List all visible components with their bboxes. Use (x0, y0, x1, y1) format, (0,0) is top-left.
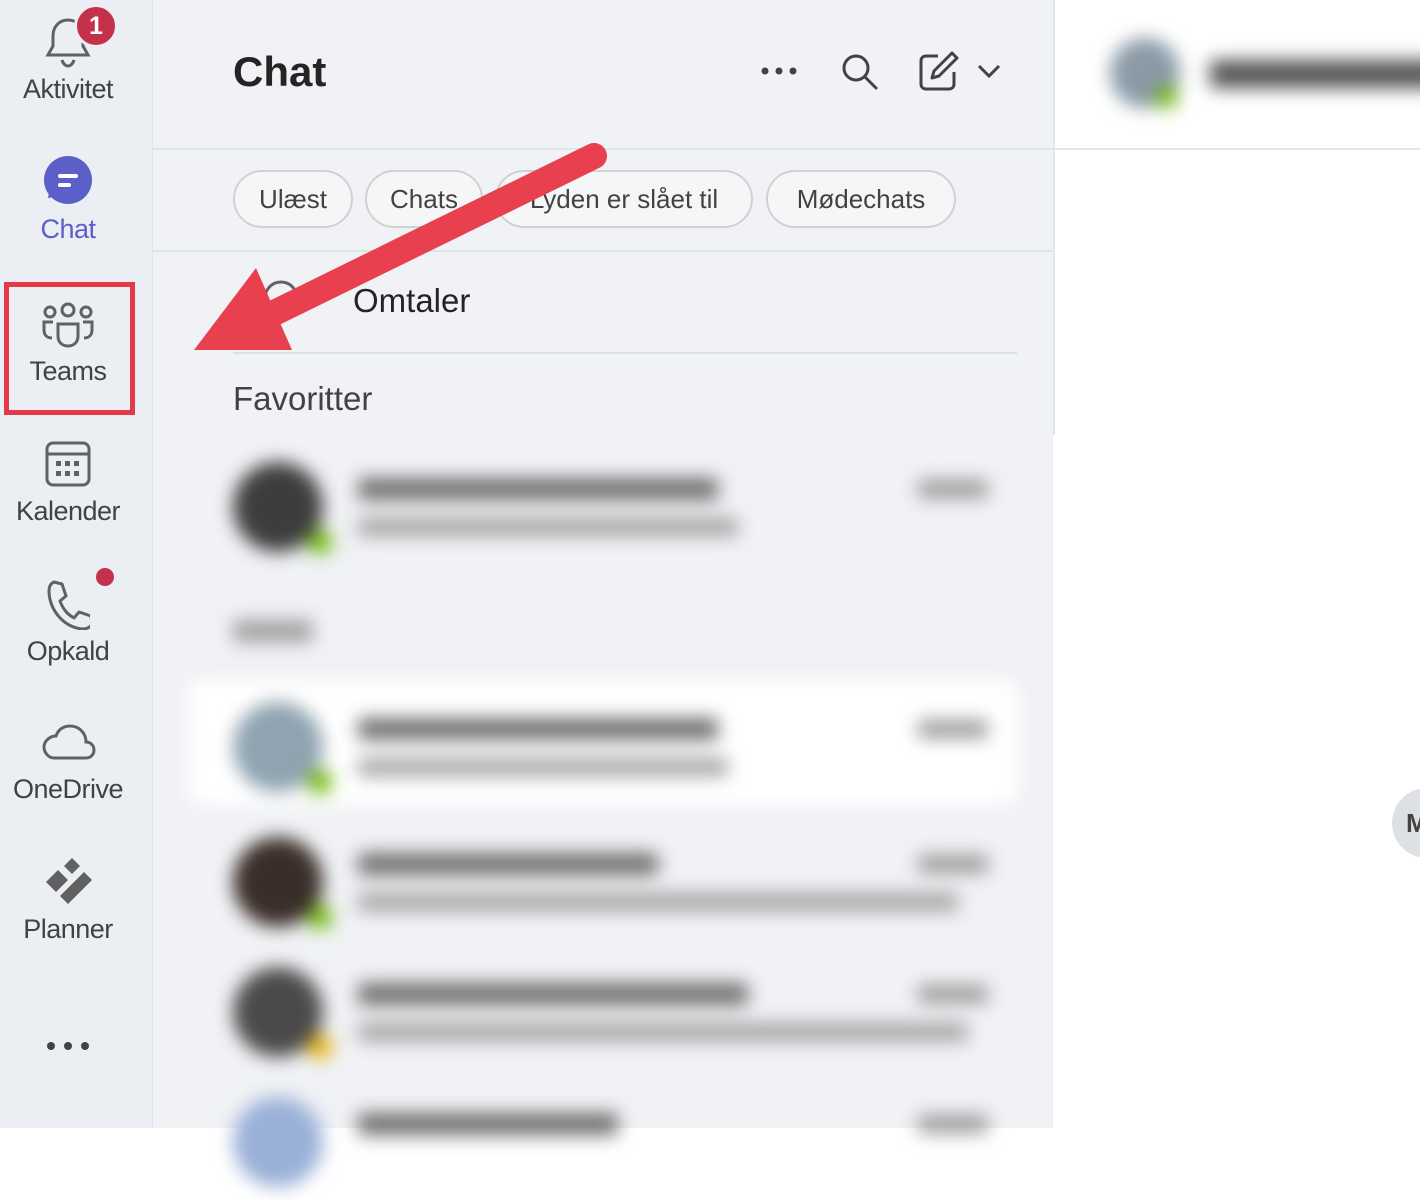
notification-badge: 1 (74, 4, 118, 48)
more-options-button[interactable] (753, 45, 805, 97)
page-title: Chat (233, 48, 327, 95)
filter-label: Mødechats (796, 183, 926, 214)
chevron-down-icon (977, 64, 1001, 79)
rail-item-calls[interactable]: Opkald (0, 568, 136, 667)
avatar[interactable]: M (1392, 788, 1420, 858)
rail-item-chat[interactable]: Chat (0, 152, 136, 245)
rail-item-label: Opkald (26, 636, 110, 666)
chat-icon (38, 152, 98, 212)
list-item[interactable] (188, 815, 1018, 940)
presence-icon (308, 530, 332, 554)
rail-item-label: Aktivitet (22, 74, 114, 104)
mentions-item[interactable]: Omtaler (353, 282, 470, 320)
presence-icon (308, 905, 332, 929)
bell-icon: 1 (38, 4, 118, 72)
list-item[interactable] (188, 680, 1018, 805)
presence-icon (308, 1035, 332, 1059)
rail-item-calendar[interactable]: Kalender (0, 434, 136, 527)
rail-more-button[interactable] (0, 1016, 136, 1076)
filter-label: Chats (390, 183, 458, 214)
divider (1055, 148, 1420, 150)
more-horizontal-icon (761, 67, 797, 75)
filter-bar: Ulæst Chats Lyden er slået til Mødechats (153, 150, 1053, 252)
search-button[interactable] (833, 45, 885, 97)
rail-item-label: OneDrive (12, 774, 124, 804)
divider (233, 352, 1017, 354)
chat-pane-header: Chat (153, 0, 1053, 150)
rail-item-onedrive[interactable]: OneDrive (0, 712, 136, 805)
list-item[interactable] (188, 1075, 1018, 1200)
filter-unmuted[interactable]: Lyden er slået til (495, 170, 753, 228)
filter-meeting-chats[interactable]: Mødechats (766, 170, 956, 228)
unread-dot (96, 568, 114, 586)
mention-icon (261, 278, 301, 323)
rail-item-label: Chat (40, 214, 96, 244)
rail-item-label: Planner (23, 914, 113, 944)
conversation-header-blurred (1100, 30, 1420, 120)
compose-icon (919, 51, 959, 91)
filter-unread[interactable]: Ulæst (233, 170, 353, 228)
planner-icon (38, 852, 98, 912)
favorites-section-header[interactable]: Favoritter (233, 380, 372, 418)
list-item[interactable] (188, 945, 1018, 1070)
divider (1053, 0, 1055, 435)
rail-item-activity[interactable]: 1 Aktivitet (0, 4, 136, 105)
phone-icon (38, 568, 114, 634)
app-rail: 1 Aktivitet Chat Teams Kalender Opkald O… (0, 0, 153, 1128)
avatar (233, 1097, 323, 1187)
more-horizontal-icon (38, 1016, 98, 1076)
teams-highlight-box (4, 282, 135, 415)
new-chat-dropdown[interactable] (963, 45, 1015, 97)
rail-item-label: Kalender (15, 496, 121, 526)
filter-label: Lyden er slået til (529, 183, 719, 214)
calendar-icon (38, 434, 98, 494)
filter-chats[interactable]: Chats (365, 170, 483, 228)
presence-icon (308, 770, 332, 794)
new-chat-button[interactable] (913, 45, 965, 97)
search-icon (842, 54, 878, 90)
rail-item-planner[interactable]: Planner (0, 852, 136, 945)
chat-list-pane: Chat Ulæst Chats Lyden er slået til Møde… (153, 0, 1053, 1187)
list-item[interactable] (188, 440, 1018, 565)
filter-label: Ulæst (259, 183, 327, 214)
avatar-initial: M (1406, 807, 1420, 838)
chat-list-blurred (153, 440, 1073, 1187)
cloud-icon (38, 712, 98, 772)
